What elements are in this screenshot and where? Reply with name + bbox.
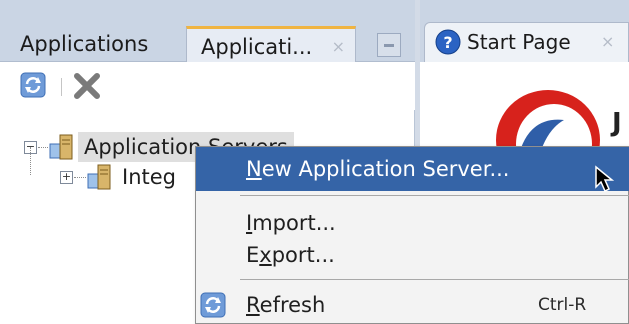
tab-applications[interactable]: Applications: [20, 26, 180, 62]
tab-start-page[interactable]: ? Start Page ×: [424, 22, 629, 62]
tree-connector: [38, 147, 48, 148]
tab-start-page-label: Start Page: [467, 30, 571, 54]
menu-item-label: New Application Server...: [246, 157, 510, 181]
editor-tab-strip: ? Start Page ×: [420, 0, 629, 62]
refresh-icon[interactable]: [20, 72, 46, 98]
menu-separator: [240, 279, 629, 280]
refresh-icon: [200, 292, 226, 318]
tab-applications-servers-label: Applicati...: [201, 35, 313, 59]
close-tab-icon[interactable]: ×: [332, 29, 345, 65]
menu-item-export[interactable]: Export...: [196, 235, 629, 275]
tree-node-label: Integ: [122, 165, 176, 189]
panel-tab-strip: Applications Applicati... ×: [0, 0, 415, 62]
expand-icon[interactable]: +: [60, 171, 73, 184]
menu-item-new-application-server[interactable]: New Application Server...: [196, 147, 629, 193]
menu-item-label: Refresh: [246, 293, 326, 317]
logo-letter: J: [612, 108, 622, 138]
svg-text:?: ?: [443, 33, 452, 52]
server-icon: [87, 164, 111, 190]
mouse-cursor-icon: [595, 165, 614, 193]
tree-connector: [74, 177, 86, 178]
close-tab-icon[interactable]: ×: [601, 27, 614, 57]
minimize-button[interactable]: [377, 33, 401, 57]
panel-toolbar: [0, 62, 415, 110]
context-menu: New Application Server... Import... Expo…: [195, 146, 629, 324]
delete-x-icon[interactable]: [72, 71, 102, 101]
menu-item-shortcut: Ctrl-R: [538, 295, 587, 315]
help-icon: ?: [435, 29, 461, 55]
server-icon: [49, 134, 73, 160]
tree-connector-vertical: [30, 147, 31, 175]
menu-separator: [240, 195, 629, 196]
menu-item-refresh[interactable]: Refresh Ctrl-R: [196, 285, 629, 324]
tab-applications-label: Applications: [20, 32, 149, 56]
tab-applications-servers[interactable]: Applicati... ×: [186, 26, 356, 62]
menu-item-label: Export...: [246, 243, 335, 267]
toolbar-separator: [61, 78, 62, 96]
